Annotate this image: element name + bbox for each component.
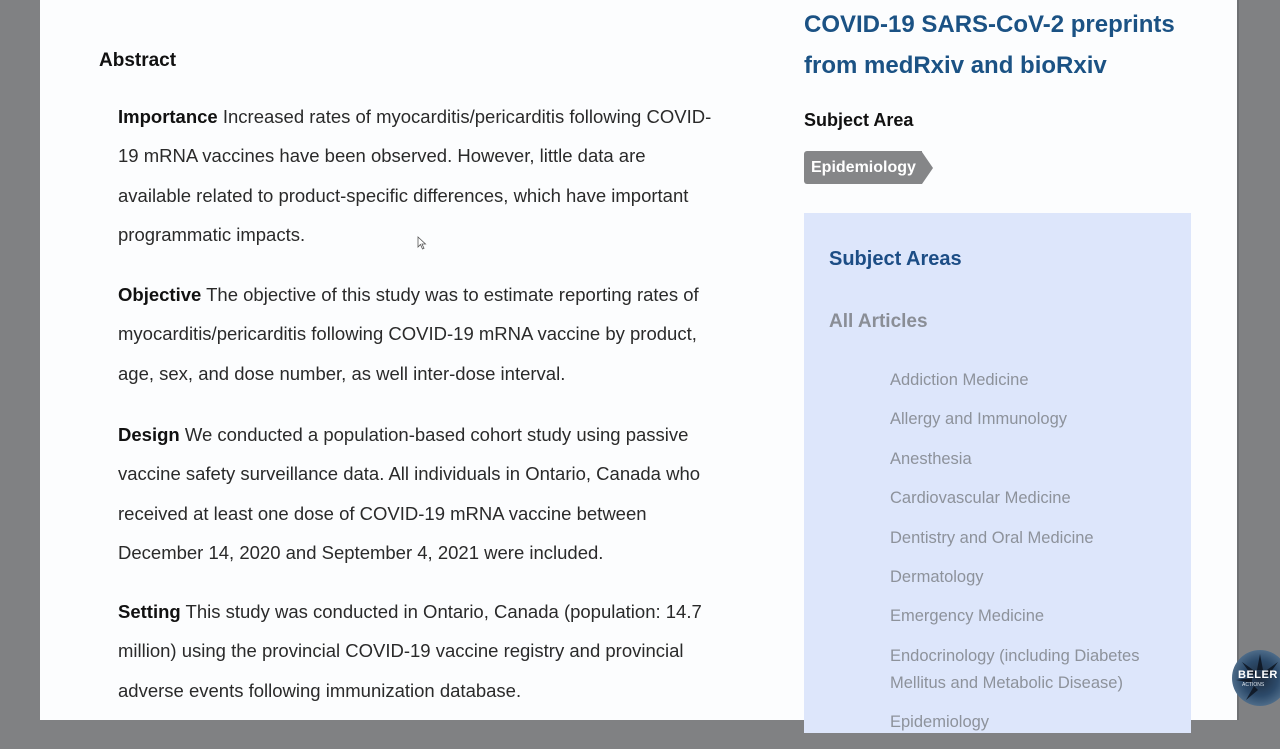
mouse-cursor-icon [417,236,427,250]
section-label: Importance [118,106,218,127]
subject-link[interactable]: Allergy and Immunology [890,406,1180,433]
subject-link[interactable]: Addiction Medicine [890,367,1180,394]
section-label: Setting [118,601,181,622]
subject-link[interactable]: Endocrinology (including Diabetes Mellit… [890,643,1180,697]
subject-link[interactable]: Dermatology [890,564,1180,591]
subject-list: Addiction Medicine Allergy and Immunolog… [890,367,1180,749]
section-label: Design [118,424,180,445]
subject-link[interactable]: Epidemiology [890,709,1180,736]
subject-link[interactable]: Dentistry and Oral Medicine [890,525,1180,552]
all-articles-link[interactable]: All Articles [829,311,928,333]
subject-areas-panel: Subject Areas All Articles Addiction Med… [804,213,1191,733]
channel-logo: BELER ACTIONS [1232,650,1280,706]
section-label: Objective [118,284,202,305]
section-text: The objective of this study was to estim… [118,284,699,384]
collection-title-link[interactable]: COVID-19 SARS-CoV-2 preprints from medRx… [804,4,1204,86]
tag-arrow-icon [921,151,933,184]
abstract-section-design: Design We conducted a population-based c… [118,415,718,572]
subject-link[interactable]: Emergency Medicine [890,603,1180,630]
subject-link[interactable]: Anesthesia [890,446,1180,473]
subject-tag-label[interactable]: Epidemiology [804,151,922,184]
subject-areas-heading: Subject Areas [829,248,962,270]
abstract-heading: Abstract [99,50,177,71]
abstract-section-objective: Objective The objective of this study wa… [118,275,718,393]
logo-text: BELER [1238,669,1278,681]
document-page: Abstract Importance Increased rates of m… [40,0,1237,733]
subject-area-label: Subject Area [804,110,914,130]
abstract-section-setting: Setting This study was conducted in Onta… [118,592,718,710]
section-text: We conducted a population-based cohort s… [118,424,701,563]
subject-link[interactable]: Cardiovascular Medicine [890,485,1180,512]
section-text: This study was conducted in Ontario, Can… [118,601,702,701]
subject-tag[interactable]: Epidemiology [804,151,933,184]
abstract-section-importance: Importance Increased rates of myocarditi… [118,97,718,254]
logo-subtext: ACTIONS [1242,682,1265,688]
page-edge [1237,0,1239,720]
